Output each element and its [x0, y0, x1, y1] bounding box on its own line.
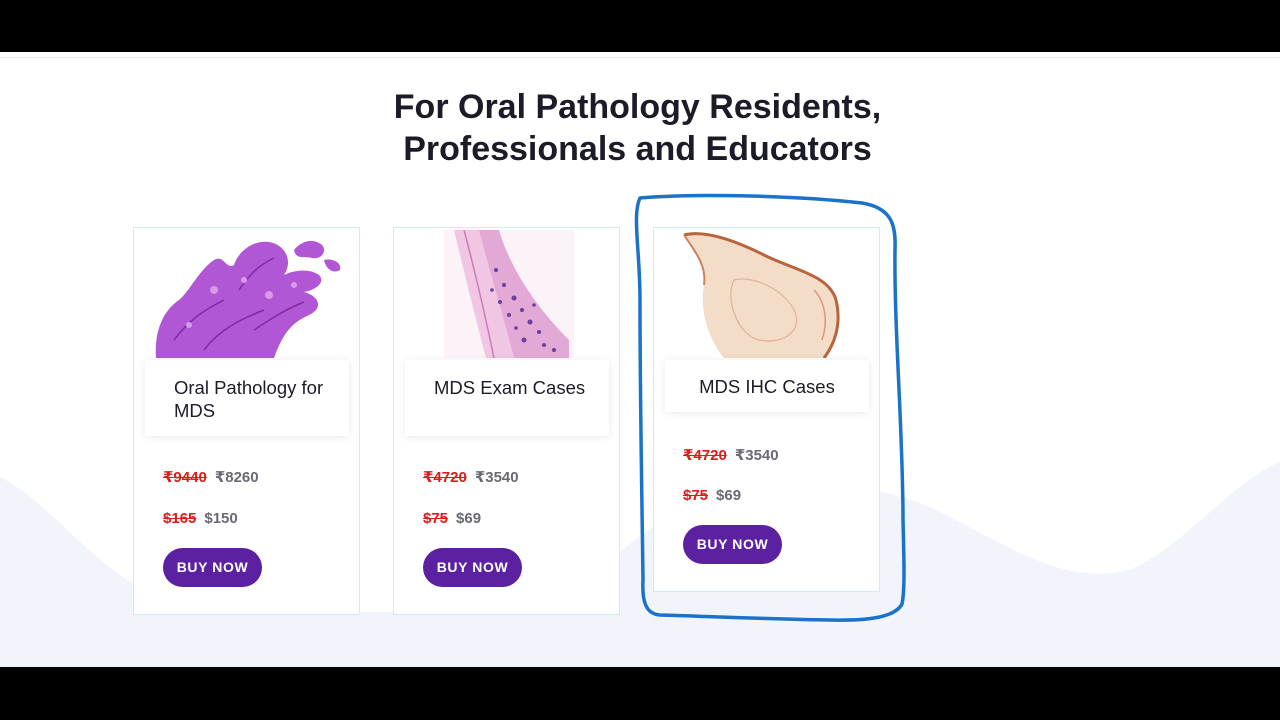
top-letterbox-bar — [0, 0, 1280, 52]
price-inr: ₹4720 ₹3540 — [423, 468, 519, 486]
original-price: $75 — [423, 510, 449, 527]
price-usd: $75 $69 — [423, 510, 481, 527]
original-price: ₹9440 — [163, 469, 207, 486]
sale-price: $69 — [456, 510, 482, 527]
product-card-oral-pathology[interactable]: Oral Pathology for MDS ₹9440 ₹8260 $165 $1… — [133, 227, 360, 615]
sale-price: ₹8260 — [214, 469, 259, 486]
original-price: ₹4720 — [423, 469, 467, 486]
product-card-mds-ihc[interactable]: MDS IHC Cases ₹4720 ₹3540 $75 $69 BUY NOW — [653, 227, 880, 592]
buy-now-button[interactable]: BUY NOW — [423, 548, 522, 587]
product-title: MDS Exam Cases — [405, 360, 609, 436]
price-inr: ₹9440 ₹8260 — [163, 468, 259, 486]
product-title: MDS IHC Cases — [665, 360, 869, 412]
bottom-letterbox-bar — [0, 667, 1280, 720]
sale-price: ₹3540 — [734, 447, 779, 464]
original-price: $165 — [163, 510, 197, 527]
original-price: ₹4720 — [683, 447, 727, 464]
price-usd: $165 $150 — [163, 510, 238, 527]
original-price: $75 — [683, 487, 709, 504]
product-image — [404, 230, 609, 358]
sale-price: ₹3540 — [474, 469, 519, 486]
sale-price: $69 — [716, 487, 742, 504]
product-title: Oral Pathology for MDS — [145, 360, 349, 436]
buy-now-button[interactable]: BUY NOW — [683, 525, 782, 564]
product-card-mds-exam[interactable]: MDS Exam Cases ₹4720 ₹3540 $75 $69 BUY NOW — [393, 227, 620, 615]
product-image — [144, 230, 349, 358]
buy-now-button[interactable]: BUY NOW — [163, 548, 262, 587]
section-heading: For Oral Pathology Residents, Profession… — [393, 88, 882, 168]
product-image — [664, 230, 869, 358]
price-usd: $75 $69 — [683, 487, 741, 504]
sale-price: $150 — [204, 510, 238, 527]
pricing-section: For Oral Pathology Residents, Profession… — [0, 52, 1280, 667]
price-inr: ₹4720 ₹3540 — [683, 446, 779, 464]
